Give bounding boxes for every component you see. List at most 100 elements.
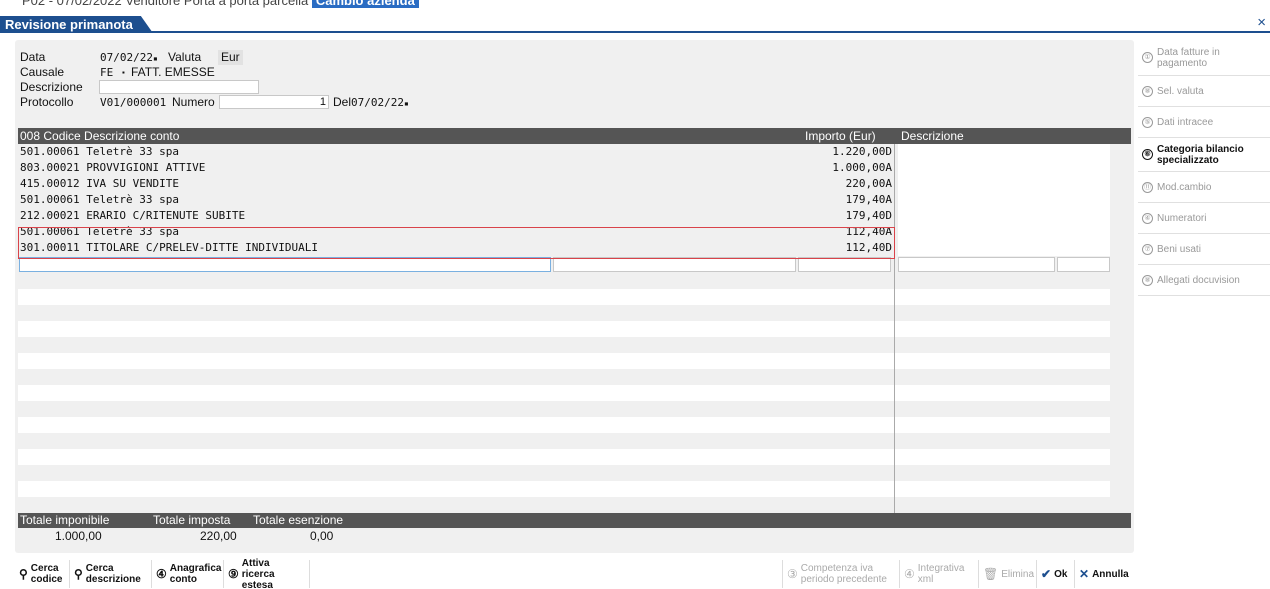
col-amount-header: Importo (Eur)	[805, 129, 876, 143]
key-4-icon: ④	[1142, 212, 1153, 224]
elimina-button[interactable]: 🗑 Elimina	[980, 560, 1036, 588]
totale-esenzione-value: 0,00	[310, 529, 334, 543]
table-row[interactable]: 415.00012 IVA SU VENDITE 220,00A	[18, 176, 1110, 192]
side-item-label: Categoria bilancio specializzato	[1157, 143, 1244, 166]
row-amount: 220,00A	[845, 177, 892, 190]
competenza-iva-button[interactable]: ③ Competenza iva periodo precedente	[784, 560, 898, 588]
totale-esenzione-label: Totale esenzione	[253, 513, 344, 527]
integrativa-xml-button[interactable]: ④ Integrativa xml	[901, 560, 977, 588]
totals-header: Totale imponibile Totale imposta Totale …	[18, 513, 1131, 528]
new-account-extra-input[interactable]	[553, 257, 796, 272]
separator	[978, 560, 979, 588]
row-account: 501.00061 Teletrè 33 spa	[20, 225, 179, 238]
side-item-mod-cambio[interactable]: ⑪ Mod.cambio	[1138, 172, 1270, 203]
valuta-label: Valuta	[168, 50, 202, 64]
row-amount: 1.000,00A	[832, 161, 892, 174]
check-icon: ✔	[1041, 566, 1052, 581]
button-label: Integrativa xml	[917, 563, 965, 585]
row-account: 415.00012 IVA SU VENDITE	[20, 177, 179, 190]
numero-label: Numero	[172, 95, 215, 109]
key-8-icon: ⑧	[1142, 274, 1153, 286]
close-icon: ✕	[1079, 566, 1090, 581]
side-item-beni-usati[interactable]: ⑦ Beni usati	[1138, 234, 1270, 265]
row-amount: 112,40D	[845, 241, 892, 254]
background-window-strip: P02 - 07/02/2022 Venditore Porta a porta…	[0, 0, 1270, 16]
table-header: 008 Codice Descrizione conto Importo (Eu…	[18, 128, 1131, 144]
key-4-icon: ④	[904, 566, 915, 581]
side-item-label: Allegati docuvision	[1157, 274, 1240, 286]
new-extra-input[interactable]	[1057, 257, 1110, 272]
row-description[interactable]	[898, 240, 1110, 256]
del-date-field[interactable]: 07/02/22▪	[351, 95, 409, 111]
totals-values: 1.000,00 220,00 0,00	[18, 529, 1131, 544]
table-row[interactable]: 501.00061 Teletrè 33 spa 179,40A	[18, 192, 1110, 208]
background-window-title: P02 - 07/02/2022 Venditore Porta a porta…	[22, 0, 309, 8]
side-item-label: Beni usati	[1157, 243, 1201, 255]
row-description[interactable]	[898, 224, 1110, 240]
totale-imponibile-value: 1.000,00	[55, 529, 102, 543]
side-item-label: Data fatture in pagamento	[1157, 46, 1220, 69]
annulla-button[interactable]: ✕ Annulla	[1076, 560, 1134, 588]
row-amount: 179,40D	[845, 209, 892, 222]
window-title: Revisione primanota	[0, 16, 153, 33]
row-description[interactable]	[898, 208, 1110, 224]
separator	[69, 560, 70, 588]
descrizione-label: Descrizione	[20, 80, 83, 94]
empty-row	[18, 481, 1110, 497]
attiva-ricerca-estesa-button[interactable]: ⑨ Attiva ricerca estesa	[225, 557, 309, 589]
row-description[interactable]	[898, 160, 1110, 176]
key-11-icon: ⑪	[1142, 181, 1153, 193]
table-row[interactable]: 501.00061 Teletrè 33 spa 112,40A	[18, 224, 1110, 240]
row-description[interactable]	[898, 192, 1110, 208]
row-description[interactable]	[898, 176, 1110, 192]
del-label: Del	[333, 95, 352, 109]
table-row[interactable]: 212.00021 ERARIO C/RITENUTE SUBITE 179,4…	[18, 208, 1110, 224]
row-description[interactable]	[898, 144, 1110, 160]
totale-imposta-label: Totale imposta	[153, 513, 231, 527]
anagrafica-conto-button[interactable]: ④ Anagrafica conto	[153, 560, 223, 588]
side-item-numeratori[interactable]: ④ Numeratori	[1138, 203, 1270, 234]
row-amount: 1.220,00D	[832, 145, 892, 158]
side-item-allegati-docuvision[interactable]: ⑧ Allegati docuvision	[1138, 265, 1270, 296]
causale-lookup-icon[interactable]: ▪	[122, 65, 125, 80]
window-title-bar: Revisione primanota	[0, 16, 1270, 33]
row-account: 501.00061 Teletrè 33 spa	[20, 145, 179, 158]
side-item-dati-intracee[interactable]: ⑤ Dati intracee	[1138, 107, 1270, 138]
side-item-sel-valuta[interactable]: ⑧ Sel. valuta	[1138, 76, 1270, 107]
numero-input[interactable]: 1	[219, 95, 329, 109]
button-label: Attiva ricerca estesa	[241, 557, 275, 589]
key-1-icon: ①	[1142, 52, 1153, 63]
new-description-input[interactable]	[898, 257, 1055, 272]
table-row[interactable]: 301.00011 TITOLARE C/PRELEV-DITTE INDIVI…	[18, 240, 1110, 256]
key-5-icon: ⑤	[1142, 116, 1153, 128]
key-4-icon: ④	[156, 566, 167, 581]
side-item-categoria-bilancio[interactable]: ⑥ Categoria bilancio specializzato	[1138, 138, 1270, 172]
cambio-azienda-tab[interactable]: Cambio azienda	[311, 0, 419, 8]
empty-row	[18, 353, 1110, 369]
table-row[interactable]: 501.00061 Teletrè 33 spa 1.220,00D	[18, 144, 1110, 160]
row-amount: 179,40A	[845, 193, 892, 206]
separator	[782, 560, 783, 588]
key-icon: ⑧	[1142, 85, 1153, 97]
trash-icon: 🗑	[983, 566, 999, 581]
close-icon[interactable]: ×	[1257, 14, 1266, 31]
cerca-descrizione-button[interactable]: ⚲ Cerca descrizione	[71, 560, 151, 588]
causale-code-field[interactable]: FE	[100, 65, 113, 80]
ok-button[interactable]: ✔ Ok	[1038, 560, 1074, 588]
descrizione-input[interactable]	[99, 80, 259, 94]
button-label: Ok	[1054, 568, 1068, 580]
row-account: 212.00021 ERARIO C/RITENUTE SUBITE	[20, 209, 246, 222]
valuta-field[interactable]: Eur	[218, 50, 243, 65]
new-account-input[interactable]	[19, 257, 551, 272]
data-field[interactable]: 07/02/22▪	[100, 50, 158, 66]
protocollo-field[interactable]: V01/000001	[100, 95, 166, 110]
column-divider	[894, 144, 895, 514]
table-row[interactable]: 803.00021 PROVVIGIONI ATTIVE 1.000,00A	[18, 160, 1110, 176]
key-6-icon: ⑥	[1142, 149, 1153, 160]
new-amount-input[interactable]	[798, 257, 891, 272]
empty-row	[18, 321, 1110, 337]
separator	[1036, 560, 1037, 588]
side-item-data-fatture[interactable]: ① Data fatture in pagamento	[1138, 40, 1270, 76]
search-icon: ⚲	[19, 566, 28, 581]
cerca-codice-button[interactable]: ⚲ Cerca codice	[16, 560, 68, 588]
